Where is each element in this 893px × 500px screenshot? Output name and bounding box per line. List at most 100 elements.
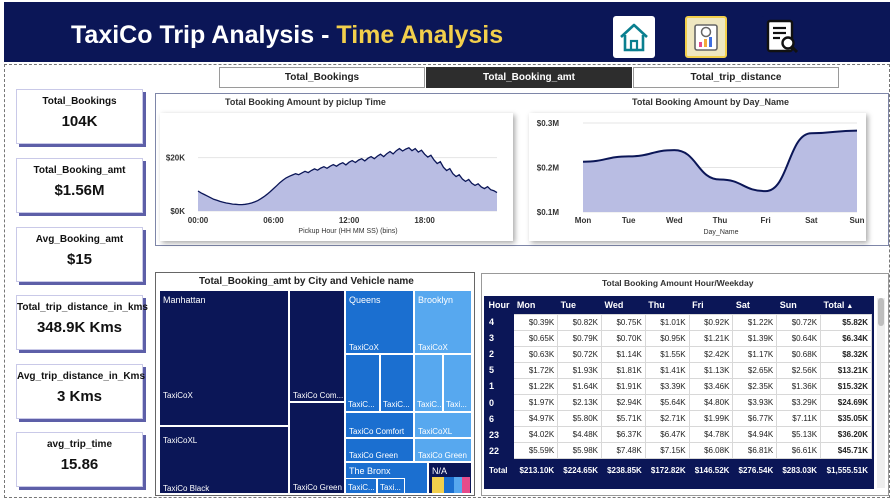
table-cell: $5.64K [644, 393, 690, 412]
table-row: 22 $5.59K $5.98K $7.48K $7.15K $6.08K $6.81K $6… [484, 442, 872, 460]
table-cell: $1.64K [557, 377, 602, 395]
table-cell: $6.47K [644, 426, 690, 444]
matrix-column-header[interactable]: Hour [485, 297, 514, 314]
hour-weekday-matrix: Hour Mon Tue Wed Thu Fri Sat Sun Total ▲ 4 $0.39K… [484, 297, 872, 484]
matrix-column-header[interactable]: Sat [732, 297, 777, 314]
table-cell: $1.81K [600, 361, 646, 379]
scrollbar-thumb[interactable] [878, 298, 884, 326]
treemap-tile-label: Taxi... [446, 400, 467, 409]
details-button[interactable] [761, 16, 803, 58]
table-cell: $5.80K [557, 410, 602, 428]
table-cell: $2.13K [557, 393, 602, 412]
home-icon [620, 23, 648, 52]
title-separator: - [321, 21, 330, 49]
treemap-tile[interactable]: Taxi... [443, 354, 472, 412]
table-cell: $1.93K [557, 361, 602, 379]
treemap-tile[interactable]: TaxiCo Green [345, 438, 414, 462]
table-cell: $4.48K [557, 426, 602, 444]
total-cell: $238.85K [600, 458, 646, 484]
table-cell: $0.39K [513, 313, 559, 331]
table-cell: $2.71K [644, 410, 690, 428]
treemap-city-label: Queens [349, 295, 381, 305]
treemap-city-label: Manhattan [163, 295, 206, 305]
time-analysis-button[interactable] [685, 16, 727, 58]
table-cell: $5.82K [820, 313, 872, 331]
matrix-column-header[interactable]: Total ▲ [820, 297, 872, 314]
kpi-value: 104K [61, 113, 98, 130]
treemap-tile[interactable]: TaxiC... [345, 354, 380, 412]
day-name-chart-card[interactable]: $0.1M $0.2M $0.3M Mon Tue Wed Thu Fri Sat Sun Da… [529, 113, 866, 241]
table-cell: $5.13K [776, 426, 822, 444]
treemap-tile[interactable]: TaxiC... [345, 478, 377, 494]
table-cell: $5.71K [600, 410, 646, 428]
treemap-tile[interactable]: TaxiC... [414, 354, 443, 412]
table-cell: $4.78K [688, 426, 734, 444]
treemap-tile[interactable]: TaxiCoXL [414, 412, 472, 438]
table-cell: $1.41K [644, 361, 690, 379]
tab-total-bookings[interactable]: Total_Bookings [219, 67, 425, 88]
table-cell: $1.72K [513, 361, 559, 379]
matrix-scrollbar[interactable] [877, 298, 885, 488]
table-cell: $7.15K [644, 442, 690, 460]
treemap-tile[interactable]: TaxiCo Com... [289, 290, 345, 402]
table-total-row: Total $213.10K $224.65K $238.85K $172.82K $14… [484, 458, 872, 484]
matrix-column-header[interactable]: Wed [601, 297, 646, 314]
treemap-tile[interactable]: TaxiC... [380, 354, 414, 412]
treemap-tile[interactable]: Queens TaxiCoX [345, 290, 414, 354]
treemap-small-tile [444, 477, 454, 493]
x-tick-label: 06:00 [263, 216, 284, 225]
day-chart-title: Total Booking Amount by Day_Name [632, 97, 790, 107]
matrix-column-header[interactable]: Fri [689, 297, 733, 314]
treemap-tile-label: Taxi... [380, 483, 401, 492]
table-cell: $45.71K [820, 442, 872, 460]
total-cell: $1,555.51K [820, 458, 872, 484]
table-row: 3 $0.65K $0.79K $0.70K $0.95K $1.21K $1.39K $0.… [484, 329, 872, 347]
table-cell: $1.17K [732, 345, 778, 363]
treemap-tile-label: TaxiC... [383, 400, 410, 409]
treemap-tile[interactable]: N/A [428, 462, 472, 494]
pickup-time-chart-card[interactable]: $0K $20K 00:00 06:00 12:00 18:00 Pickup Hour… [160, 113, 513, 241]
kpi-card-avg-booking-amt: Avg_Booking_amt $15 [16, 227, 143, 282]
table-cell: $1.01K [644, 313, 690, 331]
table-cell: $2.65K [732, 361, 778, 379]
tab-total-trip-distance[interactable]: Total_trip_distance [633, 67, 839, 88]
treemap-tile-label: TaxiCo Com... [293, 391, 344, 400]
matrix-column-header[interactable]: Thu [645, 297, 690, 314]
report-chart-icon [694, 24, 718, 51]
table-cell: $3.39K [644, 377, 690, 395]
table-cell: $1.39K [732, 329, 778, 347]
kpi-label: Avg_Booking_amt [35, 234, 124, 245]
sort-ascending-icon[interactable]: ▲ [844, 303, 853, 310]
table-cell: $1.21K [688, 329, 734, 347]
y-axis: $0K $20K [166, 154, 185, 216]
table-cell: $3.93K [732, 393, 778, 412]
kpi-label: Avg_trip_distance_in_Kms [17, 371, 146, 382]
treemap-title: Total_Booking_amt by City and Vehicle na… [199, 276, 414, 287]
treemap-tile[interactable]: TaxiCo Green [289, 402, 345, 494]
treemap-tile[interactable]: TaxiCo Comfort [345, 412, 414, 438]
table-cell: $6.37K [600, 426, 646, 444]
x-tick-label: Tue [622, 216, 636, 225]
treemap-tile-label: TaxiCoXL [418, 427, 453, 436]
row-header-hour: 6 [484, 410, 515, 428]
treemap-tile[interactable]: Taxi... [377, 478, 405, 494]
table-cell: $1.14K [600, 345, 646, 363]
home-button[interactable] [613, 16, 655, 58]
treemap-tile[interactable]: Brooklyn TaxiCoX [414, 290, 472, 354]
table-cell: $0.92K [688, 313, 734, 331]
treemap-tile[interactable]: TaxiCoXL TaxiCo Black [159, 426, 289, 494]
treemap-tile-label: TaxiC... [348, 400, 375, 409]
matrix-column-header[interactable]: Tue [557, 297, 602, 314]
treemap-tile[interactable]: Manhattan TaxiCoX [159, 290, 289, 426]
table-row: 5 $1.72K $1.93K $1.81K $1.41K $1.13K $2.65K $2.… [484, 361, 872, 379]
page-title: TaxiCo Trip Analysis - Time Analysis [71, 21, 503, 50]
table-cell: $2.35K [732, 377, 778, 395]
matrix-column-header[interactable]: Mon [513, 297, 558, 314]
treemap-small-tile [454, 477, 462, 493]
treemap-tile[interactable]: TaxiCo Green [414, 438, 472, 462]
table-row: 4 $0.39K $0.82K $0.75K $1.01K $0.92K $1.22K $0.… [484, 313, 872, 331]
header-bar: TaxiCo Trip Analysis - Time Analysis [4, 2, 890, 62]
matrix-column-header[interactable]: Sun [776, 297, 821, 314]
tab-total-booking-amt[interactable]: Total_Booking_amt [426, 67, 632, 88]
row-header-hour: 22 [484, 442, 515, 460]
